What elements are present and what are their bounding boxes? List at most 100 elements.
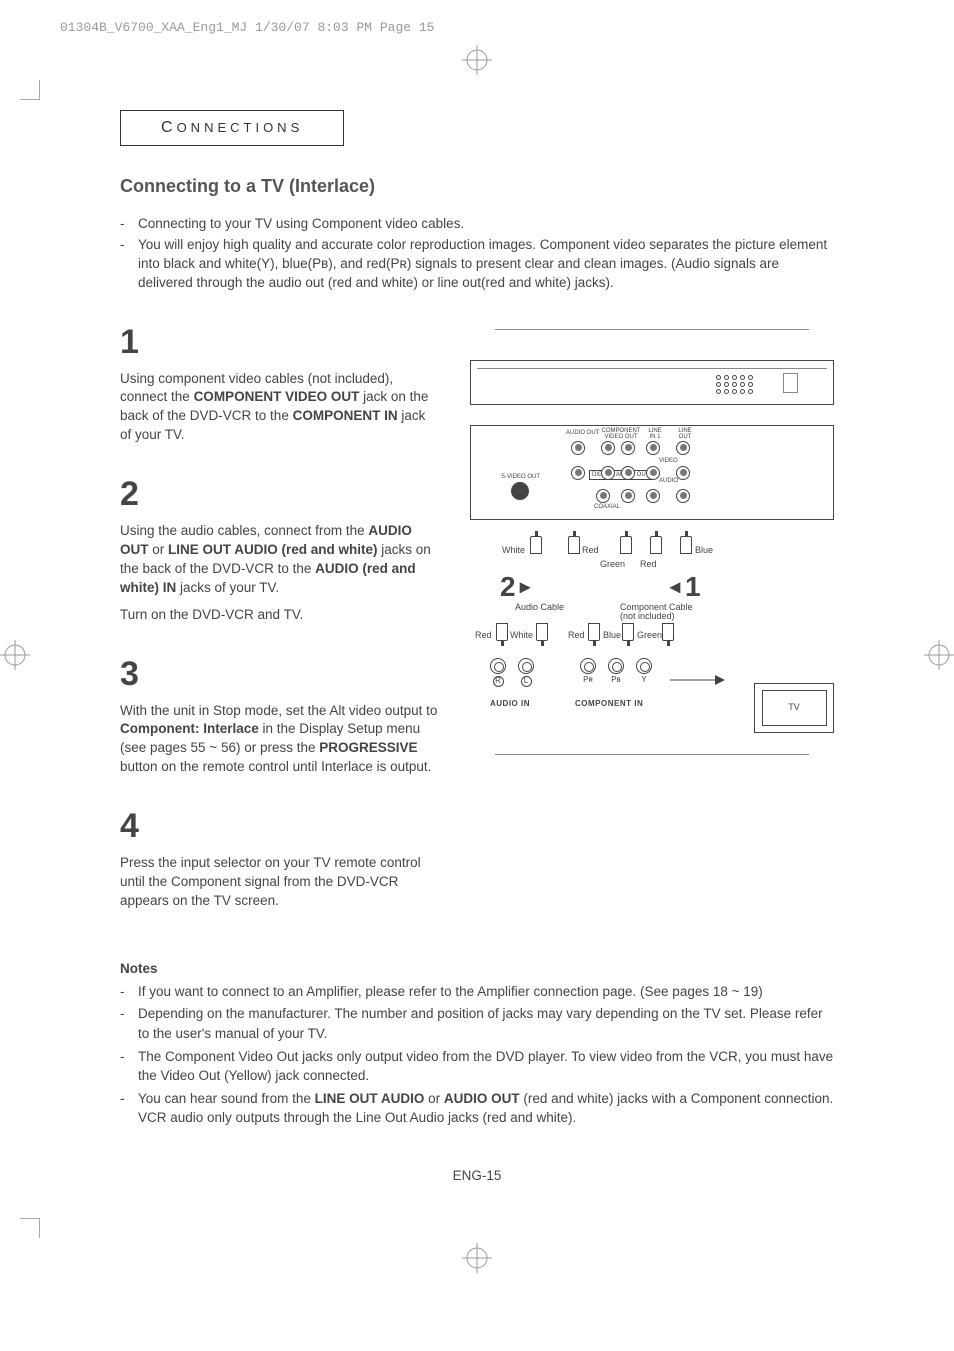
label-audio: AUDIO (659, 478, 678, 484)
tv-jack: Pʙ (608, 658, 624, 684)
jack (621, 441, 635, 455)
arrow-to-tv (670, 670, 725, 690)
trim-mark (20, 80, 40, 100)
plug (620, 536, 632, 554)
jack (621, 466, 635, 480)
jack (601, 466, 615, 480)
tv-jack-label-Y: Y (641, 676, 646, 684)
text: or (424, 1091, 444, 1106)
step-text: With the unit in Stop mode, set the Alt … (120, 702, 440, 778)
notes-item: You can hear sound from the LINE OUT AUD… (138, 1089, 834, 1128)
step-4: 4 Press the input selector on your TV re… (120, 807, 440, 911)
jack (646, 441, 660, 455)
jack (646, 466, 660, 480)
label-line-in1: LINE IN 1 (646, 428, 664, 440)
diagram-rule (495, 329, 809, 330)
step-text: Press the input selector on your TV remo… (120, 854, 440, 911)
jack (676, 466, 690, 480)
tv-component-in-label: COMPONENT IN (575, 700, 643, 708)
label-component-video-out: COMPONENT VIDEO OUT (601, 428, 641, 440)
notes-heading: Notes (120, 961, 834, 976)
step-number: 1 (120, 323, 440, 362)
tv-jacks: R L Pʀ (470, 658, 670, 748)
bold: LINE OUT AUDIO (315, 1091, 425, 1106)
section-cap: C (161, 119, 177, 136)
tv-jack-label-L: L (521, 676, 532, 687)
crop-mark-right (924, 640, 954, 675)
label-video: VIDEO (659, 458, 678, 464)
step-3: 3 With the unit in Stop mode, set the Al… (120, 655, 440, 778)
notes-item: If you want to connect to an Amplifier, … (138, 982, 834, 1002)
text: With the unit in Stop mode, set the Alt … (120, 703, 437, 718)
plug (568, 536, 580, 554)
step-1: 1 Using component video cables (not incl… (120, 323, 440, 446)
intro-list: Connecting to your TV using Component vi… (120, 215, 834, 293)
rear-panel: AUDIO OUT COMPONENT VIDEO OUT LINE IN 1 … (470, 425, 834, 520)
step-number: 4 (120, 807, 440, 846)
diagram-column: AUDIO OUT COMPONENT VIDEO OUT LINE IN 1 … (470, 323, 834, 941)
text: You can hear sound from the (138, 1091, 315, 1106)
plug-label-red: Red (568, 631, 585, 640)
tv-jack-label-Pb: Pʙ (611, 676, 621, 684)
tv-jack: Y (636, 658, 652, 684)
plug (530, 536, 542, 554)
jack (676, 489, 690, 503)
crop-mark-bottom (0, 1243, 954, 1278)
tv-label: TV (762, 690, 827, 726)
label-svideo: S-VIDEO OUT (501, 474, 540, 480)
notes-item: Depending on the manufacturer. The numbe… (138, 1004, 834, 1043)
label-line-out: LINE OUT (676, 428, 694, 440)
bold: Component: Interlace (120, 721, 259, 736)
plug-label-blue: Blue (695, 546, 713, 555)
bold: LINE OUT AUDIO (red and white) (168, 542, 378, 557)
dvd-vcr-unit (470, 360, 834, 405)
step-number: 3 (120, 655, 440, 694)
jack (601, 441, 615, 455)
plug-label-blue: Blue (603, 631, 621, 640)
plug (650, 536, 662, 554)
plug-label-white: White (510, 631, 533, 640)
tv-box: TV (754, 683, 834, 733)
bold: AUDIO OUT (444, 1091, 520, 1106)
label-coaxial: COAXIAL (594, 504, 620, 510)
callout-2: 2 (500, 573, 516, 601)
plug (588, 623, 600, 641)
notes-item: The Component Video Out jacks only outpu… (138, 1047, 834, 1086)
notes-list: If you want to connect to an Amplifier, … (120, 982, 834, 1128)
text: button on the remote control until Inter… (120, 759, 431, 774)
plug (680, 536, 692, 554)
tv-jack-label-R: R (493, 676, 504, 687)
component-cable-label: Component Cable (not included) (620, 603, 710, 621)
plug-label-red: Red (640, 560, 657, 569)
plug (662, 623, 674, 641)
jack (676, 441, 690, 455)
trim-mark (20, 1218, 40, 1238)
print-header: 01304B_V6700_XAA_Eng1_MJ 1/30/07 8:03 PM… (0, 20, 954, 45)
diagram-rule (495, 754, 809, 755)
bold: COMPONENT VIDEO OUT (194, 389, 360, 404)
crop-mark-top (0, 45, 954, 80)
plug-label-white: White (502, 546, 525, 555)
tv-jack: Pʀ (580, 658, 596, 684)
tv-jack-label-Pr: Pʀ (583, 676, 593, 684)
connection-diagram: AUDIO OUT COMPONENT VIDEO OUT LINE IN 1 … (470, 360, 834, 748)
callout-1: 1 (685, 573, 701, 601)
bold: PROGRESSIVE (319, 740, 417, 755)
tv-jack: R (490, 658, 506, 687)
plug-label-green: Green (600, 560, 625, 569)
tv-jack: L (518, 658, 534, 687)
jack (621, 489, 635, 503)
plug (496, 623, 508, 641)
jack (571, 441, 585, 455)
intro-item: You will enjoy high quality and accurate… (138, 236, 834, 293)
jack (596, 489, 610, 503)
plug-label-red: Red (582, 546, 599, 555)
svideo-jack (511, 482, 529, 500)
arrow-right-icon: ▸ (520, 577, 530, 597)
label-audio-out: AUDIO OUT (566, 430, 599, 436)
page-title: Connecting to a TV (Interlace) (120, 176, 834, 197)
tv-audio-in-label: AUDIO IN (490, 700, 530, 708)
jack (571, 466, 585, 480)
page-number: ENG-15 (120, 1168, 834, 1183)
text: jacks of your TV. (176, 580, 279, 595)
